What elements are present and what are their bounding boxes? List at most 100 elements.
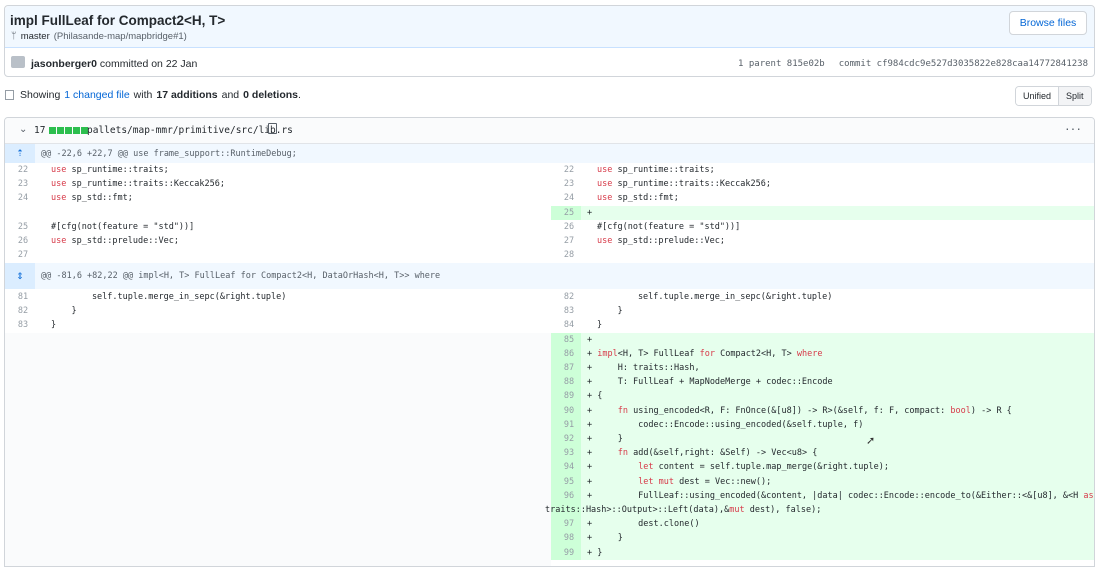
line-number[interactable]: 89 bbox=[554, 391, 584, 401]
summary-showing: Showing bbox=[20, 89, 61, 101]
line-number[interactable]: 94 bbox=[554, 462, 584, 472]
git-branch-icon: ᛘ bbox=[11, 31, 17, 42]
copy-icon[interactable] bbox=[268, 123, 277, 134]
line-number[interactable]: 25 bbox=[8, 222, 38, 232]
code-line: + bbox=[587, 207, 593, 218]
commit-header: impl FullLeaf for Compact2<H, T> ᛘ maste… bbox=[4, 5, 1095, 77]
line-number[interactable]: 90 bbox=[554, 406, 584, 416]
committer-name[interactable]: jasonberger0 bbox=[31, 58, 97, 70]
code-line: + impl<H, T> FullLeaf for Compact2<H, T>… bbox=[587, 348, 823, 359]
line-number[interactable]: 83 bbox=[8, 320, 38, 330]
empty-left-pane bbox=[5, 333, 551, 566]
line-number[interactable]: 27 bbox=[8, 250, 38, 260]
line-number[interactable]: 23 bbox=[554, 179, 584, 189]
line-number[interactable]: 22 bbox=[8, 165, 38, 175]
code-line: + fn using_encoded<R, F: FnOnce(&[u8]) -… bbox=[587, 405, 1012, 416]
branch-name[interactable]: master bbox=[21, 31, 50, 42]
line-number[interactable]: 26 bbox=[554, 222, 584, 232]
line-number[interactable]: 82 bbox=[8, 306, 38, 316]
line-number[interactable]: 96 bbox=[554, 491, 584, 501]
commit-meta: jasonberger0 committed on 22 Jan 1 paren… bbox=[5, 49, 1094, 77]
commit-label: commit bbox=[838, 59, 872, 69]
line-number[interactable]: 92 bbox=[554, 434, 584, 444]
diff-view-toggle: Unified Split bbox=[1015, 86, 1092, 106]
parent-label: 1 parent bbox=[738, 59, 782, 69]
pr-reference[interactable]: (Philasande-map/mapbridge#1) bbox=[54, 31, 187, 42]
added-line-bg bbox=[551, 332, 1094, 347]
line-number[interactable]: 28 bbox=[554, 250, 584, 260]
code-line: + H: traits::Hash, bbox=[587, 363, 700, 373]
deletions-count: 0 deletions bbox=[243, 89, 299, 101]
line-number[interactable]: 23 bbox=[8, 179, 38, 189]
line-number[interactable]: 84 bbox=[554, 320, 584, 330]
avatar[interactable] bbox=[11, 56, 25, 68]
line-number[interactable]: 81 bbox=[8, 292, 38, 302]
code-line: + let content = self.tuple.map_merge(&ri… bbox=[587, 462, 889, 473]
line-number[interactable]: 25 bbox=[554, 208, 584, 218]
code-line: #[cfg(not(feature = "std"))] bbox=[51, 221, 195, 232]
code-line: + T: FullLeaf + MapNodeMerge + codec::En… bbox=[587, 377, 833, 388]
parent-hash-link[interactable]: 815e02b bbox=[787, 59, 825, 69]
diffstat-bars bbox=[49, 127, 88, 134]
file-path[interactable]: pallets/map-mmr/primitive/src/lib.rs bbox=[87, 125, 293, 136]
code-line: } bbox=[597, 306, 623, 317]
code-line: traits::Hash>::Output>::Left(data),&mut … bbox=[545, 505, 822, 515]
expand-icon[interactable]: ⇡ bbox=[5, 144, 35, 163]
line-number[interactable]: 91 bbox=[554, 420, 584, 430]
line-number[interactable]: 86 bbox=[554, 349, 584, 359]
code-line: + let mut dest = Vec::new(); bbox=[587, 476, 772, 487]
unified-view-button[interactable]: Unified bbox=[1016, 87, 1059, 105]
added-line-bg bbox=[551, 531, 1094, 546]
code-line: self.tuple.merge_in_sepc(&right.tuple) bbox=[51, 292, 287, 302]
added-line-bg bbox=[551, 389, 1094, 404]
browse-files-button[interactable]: Browse files bbox=[1009, 11, 1087, 35]
changed-files-link[interactable]: 1 changed file bbox=[64, 89, 129, 101]
line-number[interactable]: 93 bbox=[554, 448, 584, 458]
diff-summary: Showing 1 changed file with 17 additions… bbox=[5, 89, 301, 101]
change-count: 17 bbox=[34, 125, 46, 136]
line-number[interactable]: 87 bbox=[554, 363, 584, 373]
line-number[interactable]: 27 bbox=[554, 236, 584, 246]
chevron-down-icon[interactable]: ⌄ bbox=[19, 124, 27, 135]
line-number[interactable]: 24 bbox=[554, 193, 584, 203]
mouse-cursor-icon: ➚ bbox=[866, 435, 876, 447]
code-line: use sp_runtime::traits; bbox=[597, 165, 715, 175]
line-number[interactable]: 26 bbox=[8, 236, 38, 246]
additions-count: 17 additions bbox=[156, 89, 218, 101]
commit-title-bar: impl FullLeaf for Compact2<H, T> ᛘ maste… bbox=[5, 6, 1094, 48]
code-line: use sp_runtime::traits; bbox=[51, 165, 169, 175]
hunk-header-text: @@ -22,6 +22,7 @@ use frame_support::Run… bbox=[41, 148, 297, 159]
line-number[interactable]: 82 bbox=[554, 292, 584, 302]
committer-info: jasonberger0 committed on 22 Jan bbox=[31, 58, 197, 70]
more-options-icon[interactable]: ··· bbox=[1065, 120, 1082, 136]
added-line-bg bbox=[551, 205, 1094, 220]
code-line: + dest.clone() bbox=[587, 519, 700, 530]
code-line: + { bbox=[587, 391, 603, 402]
file-diff: ⌄ 17 pallets/map-mmr/primitive/src/lib.r… bbox=[4, 117, 1095, 567]
code-line: } bbox=[51, 306, 77, 317]
code-line: + bbox=[587, 334, 593, 345]
code-line: use sp_std::prelude::Vec; bbox=[597, 236, 725, 246]
line-number[interactable]: 24 bbox=[8, 193, 38, 203]
commit-branch: ᛘ master (Philasande-map/mapbridge#1) bbox=[11, 31, 187, 42]
line-number[interactable]: 88 bbox=[554, 377, 584, 387]
parent-info: 1 parent 815e02b commit cf984cdc9e527d30… bbox=[738, 59, 1088, 69]
line-number[interactable]: 22 bbox=[554, 165, 584, 175]
code-line: + } bbox=[587, 533, 623, 544]
line-number[interactable]: 85 bbox=[554, 335, 584, 345]
code-line: + codec::Encode::using_encoded(&self.tup… bbox=[587, 419, 864, 430]
code-line: } bbox=[597, 320, 603, 331]
line-number[interactable]: 97 bbox=[554, 519, 584, 529]
line-number[interactable]: 83 bbox=[554, 306, 584, 316]
added-line-bg bbox=[551, 432, 1094, 447]
split-view-button[interactable]: Split bbox=[1058, 87, 1091, 105]
line-number[interactable]: 95 bbox=[554, 477, 584, 487]
hunk-header-text: @@ -81,6 +82,22 @@ impl<H, T> FullLeaf f… bbox=[41, 271, 441, 281]
added-line-bg bbox=[551, 545, 1094, 560]
hunk-header: ⇕ @@ -81,6 +82,22 @@ impl<H, T> FullLeaf … bbox=[5, 263, 1094, 289]
line-number[interactable]: 99 bbox=[554, 548, 584, 558]
code-line: #[cfg(not(feature = "std"))] bbox=[597, 221, 741, 232]
line-number[interactable]: 98 bbox=[554, 533, 584, 543]
expand-icon[interactable]: ⇕ bbox=[5, 263, 35, 289]
code-line: use sp_runtime::traits::Keccak256; bbox=[597, 179, 771, 190]
